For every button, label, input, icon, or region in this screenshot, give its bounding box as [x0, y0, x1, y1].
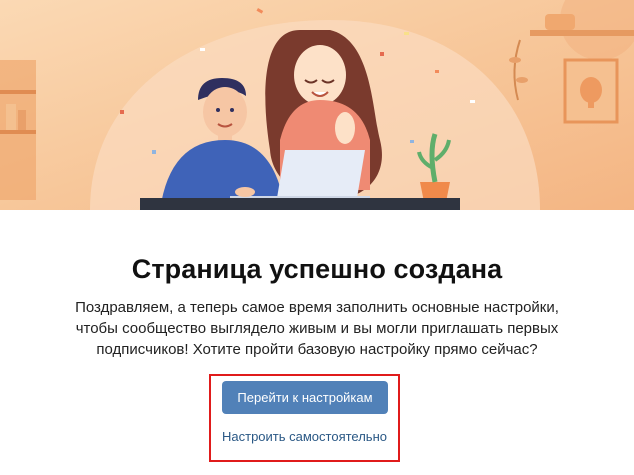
people-at-laptop-illustration — [0, 0, 634, 210]
hero-illustration — [0, 0, 634, 210]
description-text: Поздравляем, а теперь самое время заполн… — [75, 299, 559, 358]
go-to-settings-button[interactable]: Перейти к настройкам — [222, 381, 388, 414]
community-created-dialog: Страница успешно создана Поздравляем, а … — [0, 0, 634, 475]
page-title: Страница успешно создана — [131, 254, 503, 284]
configure-manually-link[interactable]: Настроить самостоятельно — [209, 429, 400, 444]
